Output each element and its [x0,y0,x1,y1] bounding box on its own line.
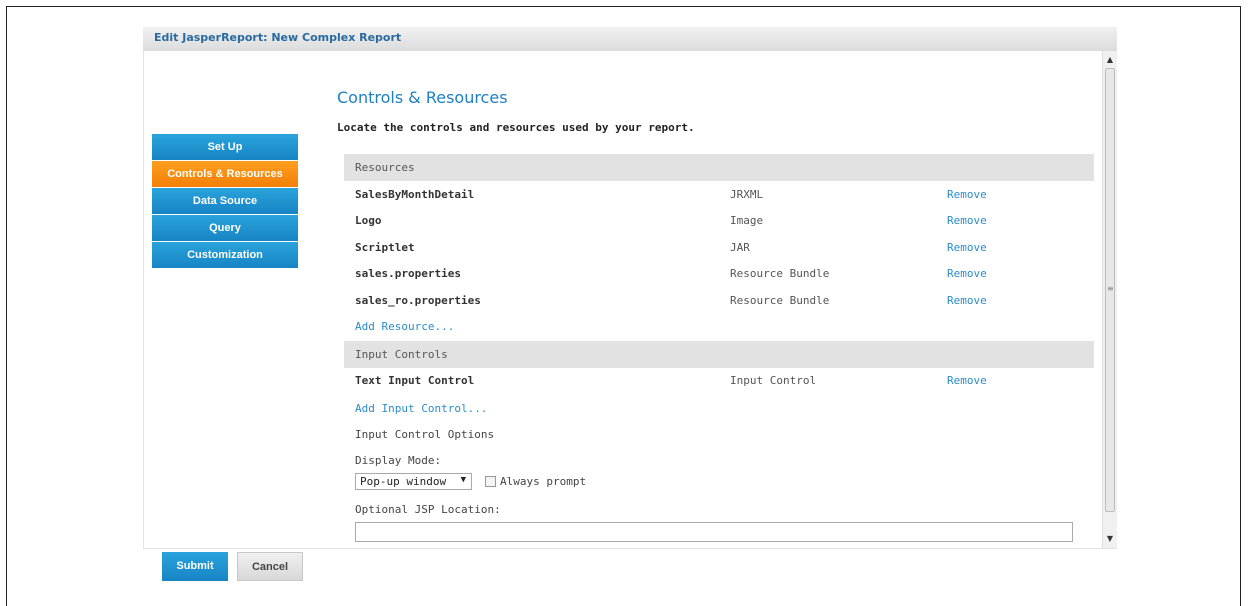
always-prompt-checkbox[interactable] [485,476,496,487]
resource-row: sales_ro.properties Resource Bundle Remo… [344,292,1094,312]
submit-button[interactable]: Submit [162,552,228,581]
nav-item-controls-resources[interactable]: Controls & Resources [152,161,298,187]
nav-item-query[interactable]: Query [152,215,298,241]
remove-resource-link[interactable]: Remove [947,214,987,227]
always-prompt-label: Always prompt [500,475,587,488]
add-input-control-link[interactable]: Add Input Control... [355,402,487,415]
resource-name: Scriptlet [355,241,415,254]
resource-type: Resource Bundle [730,267,830,280]
resource-name: Logo [355,214,382,227]
nav-item-customization[interactable]: Customization [152,242,298,268]
resource-row: SalesByMonthDetail JRXML Remove [344,186,1094,206]
input-control-row: Text Input Control Input Control Remove [344,372,1094,392]
resource-type: JAR [730,241,750,254]
resource-type: JRXML [730,188,764,201]
display-mode-value: Pop-up window [360,475,447,488]
remove-resource-link[interactable]: Remove [947,294,987,307]
jsp-location-input[interactable] [355,522,1073,542]
vertical-scrollbar[interactable]: ▲ ≡ ▼ [1102,51,1117,548]
resource-row: sales.properties Resource Bundle Remove [344,265,1094,285]
resource-row: Scriptlet JAR Remove [344,239,1094,259]
display-mode-label: Display Mode: [355,454,442,467]
scroll-up-arrow-icon[interactable]: ▲ [1103,53,1117,67]
cancel-button[interactable]: Cancel [237,552,303,581]
input-control-type: Input Control [730,374,817,387]
chevron-down-icon: ▼ [460,475,466,485]
scrollbar-thumb[interactable]: ≡ [1105,68,1115,512]
display-mode-select[interactable]: Pop-up window ▼ [355,473,472,490]
dialog-title: Edit JasperReport: New Complex Report [154,31,402,44]
input-controls-section-header: Input Controls [344,341,1094,368]
resource-name: sales_ro.properties [355,294,481,307]
resource-row: Logo Image Remove [344,212,1094,232]
grip-icon: ≡ [1107,284,1114,293]
resources-section-header: Resources [344,154,1094,181]
page-title: Controls & Resources [337,88,508,107]
page-subtitle: Locate the controls and resources used b… [337,121,695,134]
input-control-name: Text Input Control [355,374,475,387]
resource-name: SalesByMonthDetail [355,188,475,201]
resource-type: Image [730,214,764,227]
wizard-nav: Set Up Controls & Resources Data Source … [152,134,298,269]
dialog-title-bar: Edit JasperReport: New Complex Report [143,27,1117,52]
resource-type: Resource Bundle [730,294,830,307]
remove-resource-link[interactable]: Remove [947,267,987,280]
input-control-options-label: Input Control Options [355,428,495,441]
remove-resource-link[interactable]: Remove [947,188,987,201]
remove-input-control-link[interactable]: Remove [947,374,987,387]
nav-item-set-up[interactable]: Set Up [152,134,298,160]
add-resource-link[interactable]: Add Resource... [355,320,454,333]
resource-name: sales.properties [355,267,461,280]
remove-resource-link[interactable]: Remove [947,241,987,254]
jsp-location-label: Optional JSP Location: [355,503,501,516]
scroll-down-arrow-icon[interactable]: ▼ [1103,532,1117,546]
nav-item-data-source[interactable]: Data Source [152,188,298,214]
